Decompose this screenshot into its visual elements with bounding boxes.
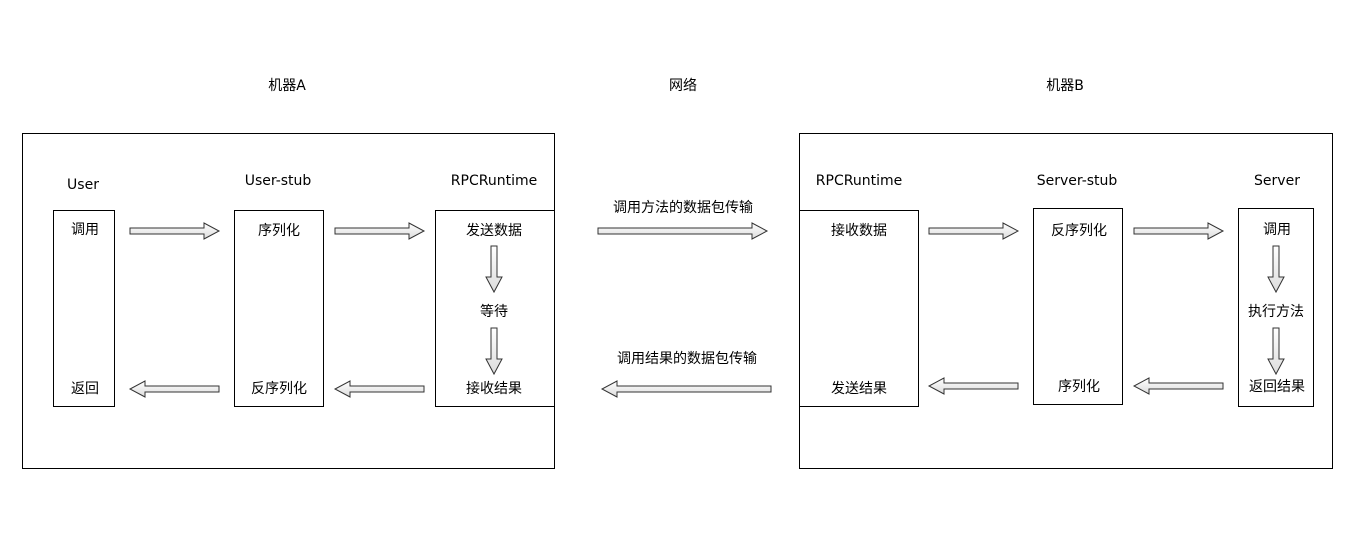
arrow-stub-to-rpc-b [927, 377, 1019, 395]
arrow-wait-to-receive [485, 327, 503, 376]
arrow-execute-to-return [1267, 327, 1285, 376]
arrow-stub-to-rpc-a [334, 222, 426, 240]
flow-arrows [128, 222, 1285, 398]
arrow-server-to-stub [1132, 377, 1224, 395]
arrow-rpc-b-to-stub [928, 222, 1020, 240]
arrow-call-to-execute [1267, 245, 1285, 294]
arrow-rpc-a-to-stub [333, 380, 425, 398]
arrow-stub-to-user [128, 380, 220, 398]
arrow-user-to-stub [129, 222, 221, 240]
arrow-network-response [600, 380, 772, 398]
arrow-network-request [597, 222, 769, 240]
arrow-send-to-wait [485, 245, 503, 294]
arrow-stub-to-server [1133, 222, 1225, 240]
